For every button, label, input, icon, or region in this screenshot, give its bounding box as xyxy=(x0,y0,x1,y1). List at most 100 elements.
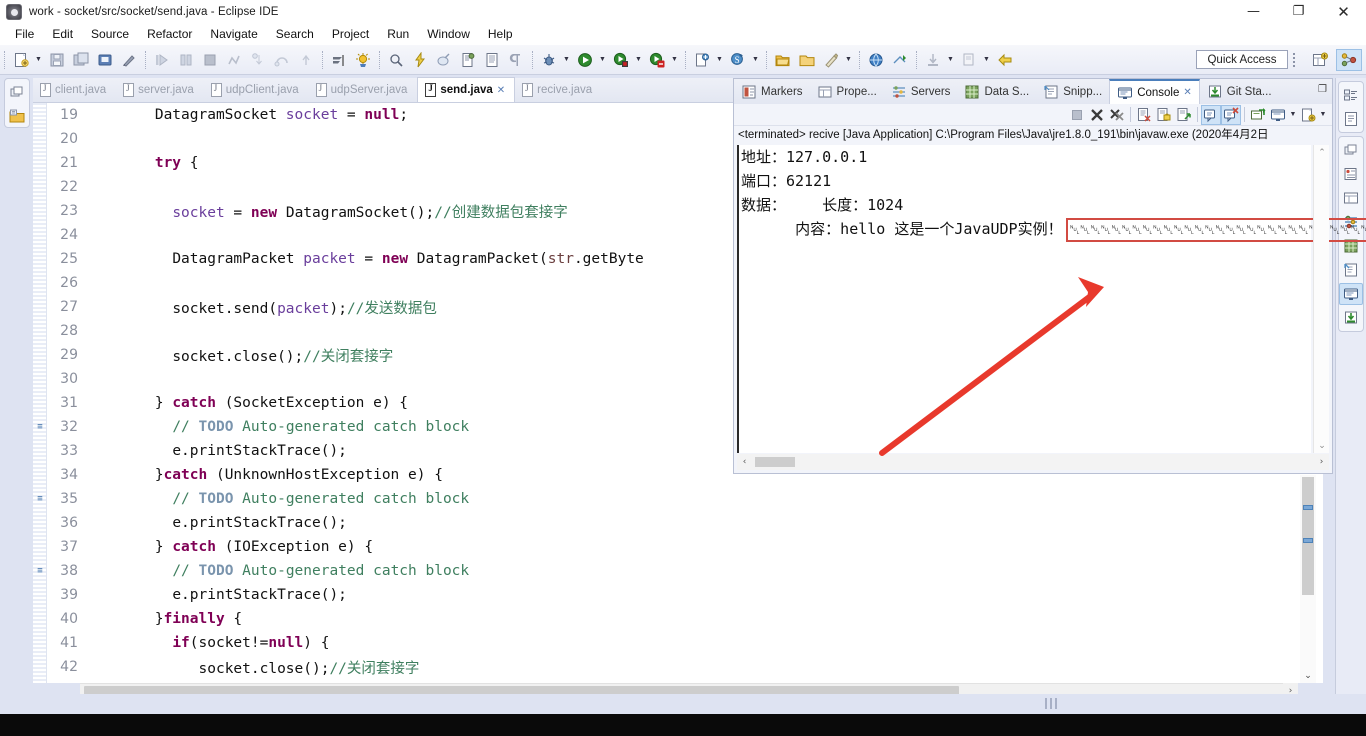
minimize-button[interactable]: — xyxy=(1231,0,1276,23)
suspend-icon[interactable] xyxy=(175,49,197,71)
remove-all-launches-icon[interactable] xyxy=(1107,105,1127,125)
show-stderr-icon[interactable] xyxy=(1221,105,1241,125)
menu-item-navigate[interactable]: Navigate xyxy=(201,25,266,43)
resume-icon[interactable] xyxy=(151,49,173,71)
console-vscroll-up[interactable]: ⌃ xyxy=(1314,145,1330,160)
editor-line[interactable]: 42 socket.close();//关闭套接字 xyxy=(47,655,1323,679)
menu-item-edit[interactable]: Edit xyxy=(43,25,82,43)
chevron-down-icon[interactable]: ▼ xyxy=(33,49,44,71)
restore-view-icon[interactable] xyxy=(5,82,29,104)
status-bar-handle[interactable] xyxy=(1045,698,1057,709)
menu-item-run[interactable]: Run xyxy=(378,25,418,43)
console-vertical-scrollbar[interactable]: ⌃ ⌄ xyxy=(1313,145,1329,453)
quick-fix-icon[interactable] xyxy=(118,49,140,71)
chevron-down-icon[interactable]: ▼ xyxy=(597,49,608,71)
chevron-down-icon[interactable]: ▼ xyxy=(843,49,854,71)
new-wizard-icon[interactable] xyxy=(10,49,32,71)
console-vscroll-down[interactable]: ⌄ xyxy=(1314,438,1330,453)
terminate-icon[interactable] xyxy=(199,49,221,71)
editor-tab-udpclient-java[interactable]: udpClient.java xyxy=(204,78,309,102)
tab-properties[interactable]: Prope... xyxy=(810,80,884,104)
editor-tab-client-java[interactable]: client.java xyxy=(33,78,116,102)
coverage-icon[interactable] xyxy=(610,49,632,71)
console-hscroll-right[interactable]: › xyxy=(1314,454,1329,470)
external-tools-icon[interactable] xyxy=(646,49,668,71)
run-last-tool-icon[interactable] xyxy=(409,49,431,71)
toolbar-drag-handle[interactable] xyxy=(1293,50,1298,69)
lock-scroll-icon[interactable] xyxy=(1154,105,1174,125)
search-scope-icon[interactable]: S xyxy=(727,49,749,71)
tab-data-source[interactable]: Data S... xyxy=(957,80,1036,104)
git-commit-icon[interactable] xyxy=(958,49,980,71)
chevron-down-icon[interactable]: ▼ xyxy=(714,49,725,71)
menu-item-source[interactable]: Source xyxy=(82,25,138,43)
chevron-down-icon[interactable]: ▼ xyxy=(669,49,680,71)
tab-console[interactable]: Console ✕ xyxy=(1109,79,1200,104)
properties-icon[interactable] xyxy=(1339,187,1363,209)
new-java-package-icon[interactable] xyxy=(385,49,407,71)
todo-task-marker-icon[interactable]: ≡ xyxy=(34,493,46,505)
open-console-icon[interactable] xyxy=(1298,105,1318,125)
scrollbar-thumb[interactable] xyxy=(755,457,795,467)
editor-line[interactable]: 36 e.printStackTrace(); xyxy=(47,511,1323,535)
step-return-icon[interactable] xyxy=(295,49,317,71)
snippets-icon[interactable] xyxy=(1339,259,1363,281)
chevron-down-icon[interactable]: ▼ xyxy=(981,49,992,71)
editor-overview-mark[interactable] xyxy=(1303,538,1313,543)
show-console-on-output-icon[interactable] xyxy=(1174,105,1194,125)
quick-access-input[interactable]: Quick Access xyxy=(1196,50,1288,69)
editor-line[interactable]: 37 } catch (IOException e) { xyxy=(47,535,1323,559)
editor-overview-mark[interactable] xyxy=(1303,505,1313,510)
open-type-icon[interactable] xyxy=(796,49,818,71)
step-into-icon[interactable] xyxy=(247,49,269,71)
editor-vscroll-down[interactable]: ⌄ xyxy=(1300,668,1316,683)
build-icon[interactable] xyxy=(433,49,455,71)
restore-view-icon[interactable] xyxy=(1339,139,1363,161)
pencil-icon[interactable] xyxy=(820,49,842,71)
task-list-icon[interactable] xyxy=(1339,108,1363,130)
git-pull-icon[interactable] xyxy=(922,49,944,71)
menu-item-refactor[interactable]: Refactor xyxy=(138,25,201,43)
close-button[interactable]: ✕ xyxy=(1321,0,1366,23)
chevron-down-icon[interactable]: ▼ xyxy=(750,49,761,71)
editor-line[interactable]: 40 }finally { xyxy=(47,607,1323,631)
outline-view-icon[interactable] xyxy=(1339,84,1363,106)
show-stdout-icon[interactable] xyxy=(1201,105,1221,125)
remove-launch-icon[interactable] xyxy=(1087,105,1107,125)
clear-console-icon[interactable] xyxy=(1134,105,1154,125)
chevron-down-icon[interactable]: ▼ xyxy=(1318,105,1328,125)
save-all-icon[interactable] xyxy=(70,49,92,71)
new-window-icon[interactable] xyxy=(691,49,713,71)
chevron-down-icon[interactable]: ▼ xyxy=(1288,105,1298,125)
display-selected-console-icon[interactable] xyxy=(1268,105,1288,125)
editor-line[interactable]: 39 e.printStackTrace(); xyxy=(47,583,1323,607)
step-over-icon[interactable] xyxy=(271,49,293,71)
editor-line[interactable]: 41 if(socket!=null) { xyxy=(47,631,1323,655)
print-icon[interactable] xyxy=(94,49,116,71)
editor-line[interactable]: ≡38 // TODO Auto-generated catch block xyxy=(47,559,1323,583)
tab-git-staging[interactable]: Git Sta... xyxy=(1200,80,1279,104)
new-java-class-icon[interactable] xyxy=(457,49,479,71)
pin-console-icon[interactable] xyxy=(1248,105,1268,125)
debug-bug-icon[interactable] xyxy=(538,49,560,71)
skip-breakpoints-icon[interactable] xyxy=(328,49,350,71)
console-icon[interactable] xyxy=(1339,283,1363,305)
git-push-icon[interactable] xyxy=(889,49,911,71)
console-hscroll-left[interactable]: ‹ xyxy=(737,454,752,470)
terminate-icon[interactable] xyxy=(1067,105,1087,125)
todo-task-marker-icon[interactable]: ≡ xyxy=(34,565,46,577)
save-icon[interactable] xyxy=(46,49,68,71)
java-perspective-icon[interactable] xyxy=(1336,49,1362,71)
tab-snippets[interactable]: Snipp... xyxy=(1036,80,1109,104)
chevron-down-icon[interactable]: ▼ xyxy=(633,49,644,71)
menu-item-project[interactable]: Project xyxy=(323,25,378,43)
editor-tab-send-java[interactable]: send.java ✕ xyxy=(417,77,515,102)
editor-tab-server-java[interactable]: server.java xyxy=(116,78,204,102)
scrollbar-thumb[interactable] xyxy=(1302,477,1314,595)
new-interface-icon[interactable] xyxy=(481,49,503,71)
globe-icon[interactable] xyxy=(865,49,887,71)
chevron-down-icon[interactable]: ▼ xyxy=(945,49,956,71)
todo-task-marker-icon[interactable]: ≡ xyxy=(34,421,46,433)
menu-item-help[interactable]: Help xyxy=(479,25,522,43)
markers-icon[interactable] xyxy=(1339,163,1363,185)
